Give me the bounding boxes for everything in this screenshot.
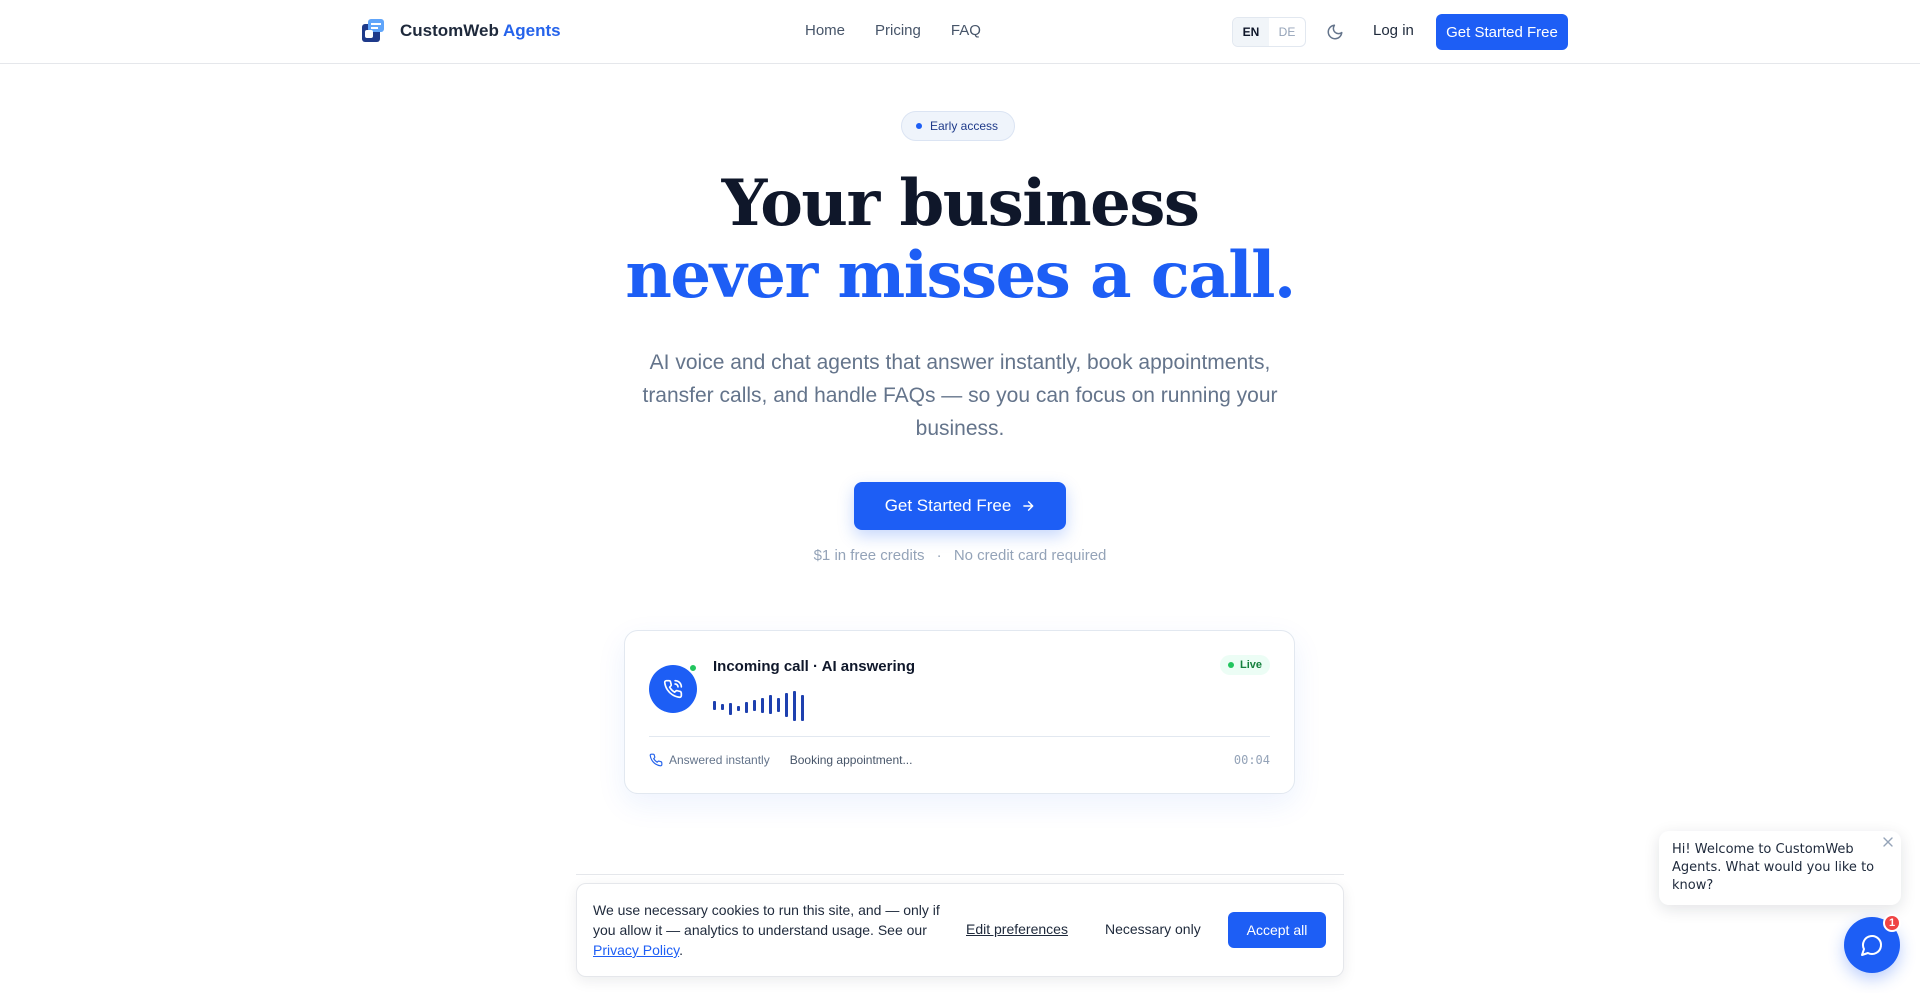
cookie-message: We use necessary cookies to run this sit… [593,900,953,960]
chat-greeting-bubble[interactable]: Hi! Welcome to CustomWeb Agents. What wo… [1659,831,1901,905]
wave-bar [729,703,732,715]
hero-note: $1 in free credits · No credit card requ… [0,547,1920,564]
hero-title-line2: never misses a call. [625,238,1296,313]
privacy-policy-link[interactable]: Privacy Policy [593,942,679,958]
wave-bar [777,698,780,712]
badge-label: Early access [930,119,999,133]
section-divider [576,874,1344,875]
cookie-banner: We use necessary cookies to run this sit… [576,883,1344,977]
chat-greeting-text: Hi! Welcome to CustomWeb Agents. What wo… [1672,842,1875,893]
cookie-text-main: We use necessary cookies to run this sit… [593,902,940,938]
note-no-card: No credit card required [953,547,1107,564]
wave-bar [785,693,788,717]
chat-icon [1861,935,1882,956]
logo-text-accent: Agents [502,21,561,40]
hero-get-started-button[interactable]: Get Started Free [854,482,1066,530]
logo[interactable]: CustomWeb Agents [360,18,561,44]
nav-pricing[interactable]: Pricing [875,22,921,39]
wave-bar [721,704,724,710]
lang-en[interactable]: EN [1233,18,1269,46]
login-link[interactable]: Log in [1373,22,1414,39]
phone-icon [649,753,663,767]
wave-bar [801,695,804,721]
lang-de[interactable]: DE [1269,18,1305,46]
site-header: CustomWeb Agents Home Pricing FAQ EN DE … [0,0,1920,64]
cookie-text-end: . [679,942,683,958]
live-label: Live [1239,659,1262,671]
necessary-only-button[interactable]: Necessary only [1105,921,1201,937]
logo-icon [362,19,384,42]
call-timer: 00:04 [1233,753,1270,767]
audio-waveform [713,691,804,721]
logo-text-main: CustomWeb [400,21,499,40]
nav-home[interactable]: Home [805,22,845,39]
wave-bar [745,702,748,713]
hero-subtitle: AI voice and chat agents that answer ins… [642,351,1278,440]
wave-bar [793,691,796,721]
moon-icon[interactable] [1326,23,1344,41]
online-indicator [688,663,698,673]
close-icon[interactable] [1883,837,1893,847]
unread-count-badge: 1 [1883,914,1901,932]
phone-ringing-icon [663,679,683,699]
card-divider [649,736,1270,737]
header-get-started-button[interactable]: Get Started Free [1436,14,1568,50]
note-credits: $1 in free credits [813,547,925,564]
hero-title-line1: Your business [721,166,1200,241]
early-access-badge: Early access [901,111,1016,141]
main-nav: Home Pricing FAQ [805,22,981,39]
edit-preferences-link[interactable]: Edit preferences [966,921,1068,937]
incoming-call-card: Incoming call · AI answering Live Answer… [624,630,1295,794]
nav-faq[interactable]: FAQ [951,22,981,39]
hero-cta-label: Get Started Free [884,496,1012,515]
wave-bar [713,701,716,710]
language-switcher: EN DE [1232,17,1306,47]
accept-all-button[interactable]: Accept all [1228,912,1326,948]
badge-dot [916,123,922,129]
arrow-right-icon [1023,501,1034,511]
booking-status: Booking appointment... [789,753,913,767]
wave-bar [769,695,772,714]
wave-bar [753,700,756,711]
wave-bar [737,706,740,711]
wave-bar [761,698,764,713]
call-card-footer: Answered instantly Booking appointment..… [649,753,912,767]
call-card-title: Incoming call · AI answering [713,658,915,675]
live-badge: Live [1219,655,1270,675]
note-separator: · [936,547,942,564]
live-dot [1227,662,1234,668]
answered-label: Answered instantly [669,753,770,767]
logo-text: CustomWeb Agents [400,21,561,41]
